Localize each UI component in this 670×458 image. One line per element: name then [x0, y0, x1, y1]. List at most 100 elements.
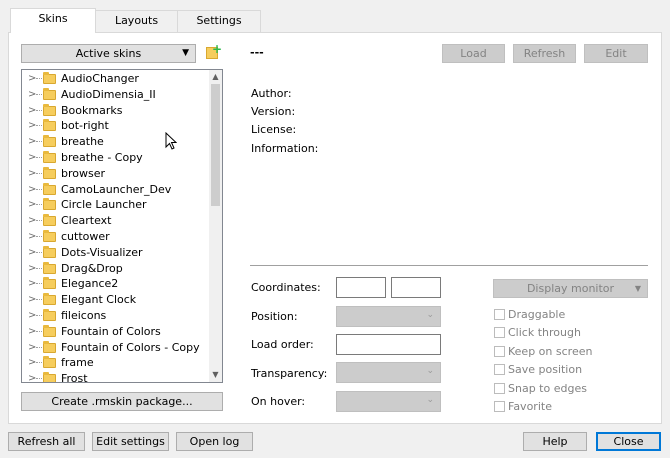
- tab-skins[interactable]: Skins: [10, 8, 96, 33]
- chevron-right-icon[interactable]: >: [28, 245, 36, 261]
- x-coordinate-field[interactable]: [336, 277, 386, 298]
- chevron-right-icon[interactable]: >: [28, 118, 36, 134]
- refresh-button[interactable]: Refresh: [513, 44, 576, 63]
- button-label: Refresh: [523, 47, 566, 60]
- information-label: Information:: [251, 142, 319, 155]
- chevron-down-icon: ▼: [182, 48, 189, 58]
- chevron-right-icon[interactable]: >: [28, 213, 36, 229]
- display-monitor-button[interactable]: Display monitor ▼: [493, 279, 648, 298]
- skin-name: Cleartext: [61, 214, 112, 228]
- folder-icon: [43, 198, 56, 211]
- scroll-up-icon[interactable]: ▲: [211, 71, 220, 83]
- list-item[interactable]: > Dots-Visualizer: [22, 245, 210, 261]
- add-skin-icon[interactable]: +: [206, 43, 222, 60]
- tree-connector: [36, 378, 42, 380]
- option-checkbox[interactable]: [494, 309, 505, 320]
- chevron-right-icon[interactable]: >: [28, 166, 36, 182]
- list-item[interactable]: > bot-right: [22, 118, 210, 134]
- list-item[interactable]: > Elegant Clock: [22, 292, 210, 308]
- option-checkbox[interactable]: [494, 364, 505, 376]
- transparency-select[interactable]: ⌄: [336, 362, 441, 383]
- list-item[interactable]: > frame: [22, 355, 210, 371]
- create-package-button[interactable]: Create .rmskin package...: [21, 392, 223, 411]
- edit-button[interactable]: Edit: [584, 44, 648, 63]
- folder-icon: [43, 261, 56, 274]
- list-item[interactable]: > cuttower: [22, 229, 210, 245]
- folder-icon: [43, 309, 56, 321]
- load-button[interactable]: Load: [442, 44, 505, 63]
- chevron-right-icon[interactable]: >: [28, 87, 36, 103]
- list-item[interactable]: > AudioDimensia_II: [22, 87, 210, 103]
- tree-connector: [36, 109, 42, 111]
- skin-tree[interactable]: > AudioChanger > AudioDimensia_II > Bookmarks…: [21, 69, 223, 383]
- list-item[interactable]: > breathe - Copy: [22, 150, 210, 166]
- chevron-down-icon: ⌄: [426, 395, 434, 405]
- folder-icon: [43, 119, 56, 132]
- option-checkbox[interactable]: [494, 327, 505, 339]
- chevron-right-icon[interactable]: >: [28, 197, 36, 213]
- folder-icon: [43, 245, 56, 258]
- y-coordinate-field[interactable]: [391, 277, 441, 298]
- help-button[interactable]: Help: [523, 432, 587, 451]
- chevron-right-icon[interactable]: >: [28, 355, 36, 371]
- skin-name: breathe - Copy: [61, 151, 143, 164]
- option-checkbox[interactable]: [494, 382, 505, 394]
- chevron-right-icon[interactable]: >: [28, 182, 36, 198]
- option-checkbox[interactable]: [494, 401, 505, 412]
- scrollbar-thumb[interactable]: [211, 84, 220, 206]
- skin-name: cuttower: [61, 230, 110, 243]
- tab-settings[interactable]: Settings: [177, 10, 261, 32]
- list-item[interactable]: > fileicons: [22, 308, 210, 324]
- list-item[interactable]: > AudioChanger: [22, 71, 210, 87]
- chevron-right-icon[interactable]: >: [28, 324, 36, 340]
- chevron-right-icon[interactable]: >: [28, 340, 36, 356]
- position-label: Position:: [251, 310, 298, 323]
- list-item[interactable]: > Fountain of Colors: [22, 324, 210, 340]
- button-label: Load: [460, 47, 487, 60]
- on-hover-label: On hover:: [251, 395, 306, 408]
- chevron-right-icon[interactable]: >: [28, 292, 36, 308]
- list-item[interactable]: > breathe: [22, 134, 210, 150]
- list-item[interactable]: > Elegance2: [22, 276, 210, 292]
- tab-layouts[interactable]: Layouts: [95, 10, 178, 32]
- load-order-field[interactable]: [336, 334, 441, 355]
- option-label: Keep on screen: [508, 344, 593, 358]
- chevron-right-icon[interactable]: >: [28, 276, 36, 292]
- list-item[interactable]: > browser: [22, 166, 210, 182]
- list-item[interactable]: > Bookmarks: [22, 103, 210, 119]
- position-select[interactable]: ⌄: [336, 306, 441, 327]
- scroll-down-icon[interactable]: ▼: [211, 369, 220, 381]
- list-item[interactable]: > Circle Launcher: [22, 197, 210, 213]
- skin-title: ---: [250, 46, 264, 59]
- close-button[interactable]: Close: [596, 432, 661, 451]
- vertical-scrollbar[interactable]: ▲ ▼: [209, 70, 222, 382]
- list-item[interactable]: > Fountain of Colors - Copy: [22, 340, 210, 356]
- chevron-right-icon[interactable]: >: [28, 150, 36, 166]
- tree-connector: [36, 299, 42, 301]
- button-label: Close: [613, 435, 644, 448]
- list-item[interactable]: > Cleartext: [22, 213, 210, 229]
- divider: [250, 265, 648, 266]
- skin-name: Circle Launcher: [61, 198, 147, 212]
- license-label: License:: [251, 123, 297, 136]
- folder-icon: [43, 214, 56, 227]
- chevron-right-icon[interactable]: >: [28, 371, 36, 382]
- chevron-right-icon[interactable]: >: [28, 229, 36, 245]
- chevron-right-icon[interactable]: >: [28, 71, 36, 87]
- chevron-right-icon[interactable]: >: [28, 103, 36, 119]
- tab-label: Layouts: [114, 14, 159, 27]
- skins-filter-dropdown[interactable]: Active skins ▼: [21, 44, 196, 63]
- chevron-right-icon[interactable]: >: [28, 261, 36, 277]
- edit-settings-button[interactable]: Edit settings: [92, 432, 169, 451]
- option-checkbox[interactable]: [494, 345, 505, 357]
- list-item[interactable]: > Frost: [22, 371, 210, 382]
- chevron-right-icon[interactable]: >: [28, 134, 36, 150]
- on-hover-select[interactable]: ⌄: [336, 391, 441, 412]
- list-item[interactable]: > Drag&Drop: [22, 261, 210, 277]
- list-item[interactable]: > CamoLauncher_Dev: [22, 182, 210, 198]
- tree-connector: [36, 283, 42, 285]
- tree-connector: [36, 362, 42, 364]
- refresh-all-button[interactable]: Refresh all: [8, 432, 85, 451]
- open-log-button[interactable]: Open log: [176, 432, 253, 451]
- chevron-right-icon[interactable]: >: [28, 308, 36, 324]
